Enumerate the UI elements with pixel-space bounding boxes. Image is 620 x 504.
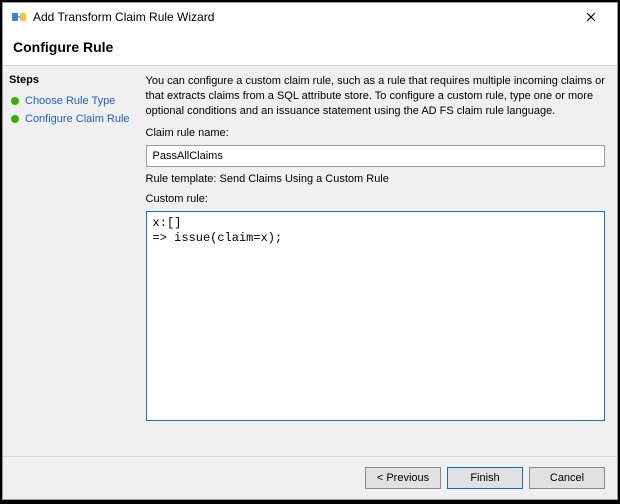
step-configure-claim-rule[interactable]: Configure Claim Rule	[9, 110, 132, 128]
main-panel: You can configure a custom claim rule, s…	[138, 66, 617, 456]
steps-sidebar: Steps Choose Rule Type Configure Claim R…	[3, 66, 138, 456]
instruction-text: You can configure a custom claim rule, s…	[146, 74, 605, 119]
header-strip: Configure Rule	[3, 31, 617, 66]
close-icon	[586, 12, 596, 22]
cancel-button[interactable]: Cancel	[529, 467, 605, 489]
rule-template-label: Rule template: Send Claims Using a Custo…	[146, 173, 605, 185]
body: Steps Choose Rule Type Configure Claim R…	[3, 66, 617, 456]
footer: < Previous Finish Cancel	[3, 456, 617, 499]
wizard-window: Add Transform Claim Rule Wizard Configur…	[2, 2, 618, 500]
sidebar-title: Steps	[9, 74, 132, 86]
custom-rule-label: Custom rule:	[146, 193, 605, 205]
step-choose-rule-type[interactable]: Choose Rule Type	[9, 92, 132, 110]
close-button[interactable]	[573, 6, 609, 28]
finish-button[interactable]: Finish	[447, 467, 523, 489]
claim-rule-name-input[interactable]	[146, 145, 605, 167]
window-title: Add Transform Claim Rule Wizard	[33, 10, 214, 24]
step-label: Choose Rule Type	[25, 95, 115, 107]
claim-rule-name-label: Claim rule name:	[146, 127, 605, 139]
step-label: Configure Claim Rule	[25, 113, 130, 125]
title-bar: Add Transform Claim Rule Wizard	[3, 3, 617, 31]
app-icon	[11, 9, 27, 25]
custom-rule-textarea[interactable]	[146, 211, 605, 421]
previous-button[interactable]: < Previous	[365, 467, 441, 489]
title-bar-left: Add Transform Claim Rule Wizard	[11, 9, 214, 25]
page-title: Configure Rule	[13, 39, 607, 55]
step-current-icon	[11, 115, 19, 123]
step-complete-icon	[11, 97, 19, 105]
